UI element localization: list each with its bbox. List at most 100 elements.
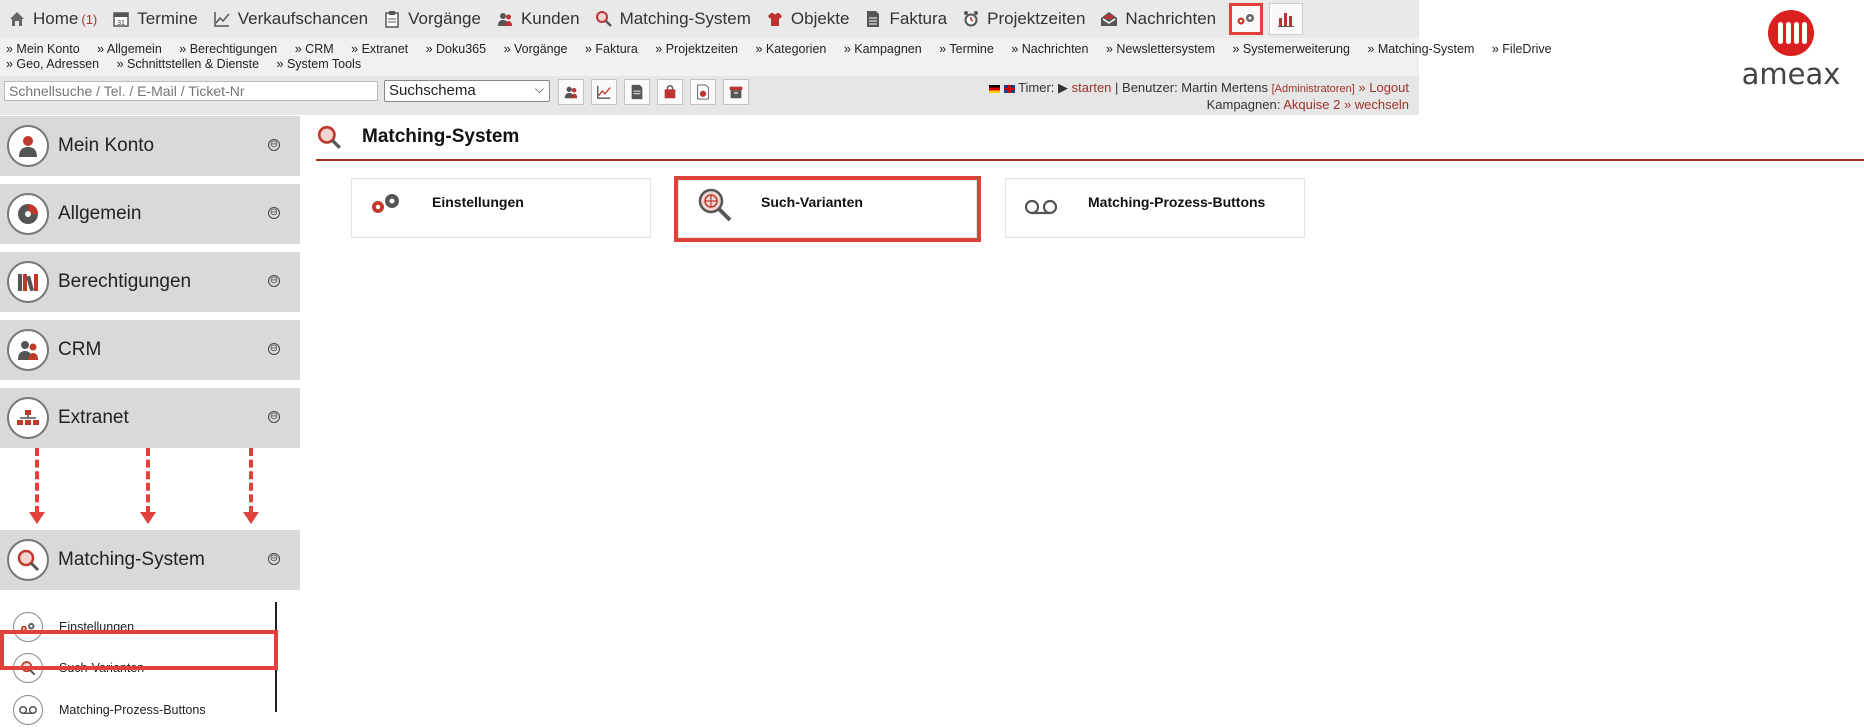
document-icon — [631, 84, 643, 100]
search-schema-value: Suchschema — [389, 82, 476, 99]
subnav-faktura[interactable]: » Faktura — [585, 42, 638, 56]
toolbar-archive-button[interactable] — [723, 79, 749, 105]
ameax-logo: ameax — [1718, 8, 1864, 91]
subnav-newslettersystem[interactable]: » Newslettersystem — [1106, 42, 1215, 56]
subnav-allgemein[interactable]: » Allgemein — [97, 42, 162, 56]
magnifier-icon — [7, 539, 49, 581]
ameax-logo-mark: ameax — [1742, 10, 1841, 91]
document-icon — [867, 11, 880, 27]
subnav-doku365[interactable]: » Doku365 — [426, 42, 486, 56]
card-label: Matching-Prozess-Buttons — [1088, 194, 1266, 210]
toolbar-documents-button[interactable] — [624, 79, 650, 105]
subnav-filedrive[interactable]: » FileDrive — [1492, 42, 1552, 56]
sidebar-item-label: Berechtigungen — [58, 271, 192, 292]
subnav-schnittstellen[interactable]: » Schnittstellen & Dienste — [117, 57, 259, 71]
nav-matching-system[interactable]: Matching-System — [587, 0, 758, 38]
shopping-bag-icon — [664, 85, 676, 99]
subnav-extranet[interactable]: » Extranet — [351, 42, 408, 56]
chart-line-icon — [213, 12, 230, 27]
flag-uk-icon[interactable] — [1003, 84, 1015, 93]
nav-system-settings-button[interactable] — [1229, 3, 1264, 35]
subnav-kampagnen[interactable]: » Kampagnen — [844, 42, 922, 56]
subnav-kategorien[interactable]: » Kategorien — [755, 42, 826, 56]
nav-faktura-label: Faktura — [889, 9, 948, 28]
subnav-vorgaenge[interactable]: » Vorgänge — [504, 42, 568, 56]
subnav-row-2: » Geo, Adressen » Schnittstellen & Diens… — [6, 57, 1419, 72]
clock-icon — [964, 11, 979, 27]
voicemail-icon — [1024, 199, 1058, 215]
card-matching-prozess-buttons[interactable]: Matching-Prozess-Buttons — [1005, 178, 1305, 238]
subnav-system-tools[interactable]: » System Tools — [277, 57, 362, 71]
user-role[interactable]: [Administratoren] — [1272, 83, 1355, 95]
logout-link[interactable]: » Logout — [1358, 80, 1409, 95]
subnav-crm[interactable]: » CRM — [295, 42, 334, 56]
campaign-switch-link[interactable]: » wechseln — [1344, 97, 1409, 112]
bar-chart-icon — [1278, 13, 1295, 27]
sidebar-item-crm[interactable]: CRM ⊖ — [0, 320, 300, 380]
timer-label: Timer: — [1018, 80, 1055, 95]
envelope-icon — [1101, 12, 1118, 26]
disc-icon — [7, 193, 49, 235]
sidebar-item-matching-system[interactable]: Matching-System ⊖ — [0, 530, 300, 590]
collapse-toggle-icon[interactable]: ⊖ — [268, 275, 280, 287]
highlight-frame — [0, 630, 278, 670]
card-such-varianten[interactable]: Such-Varianten — [674, 176, 981, 242]
nav-verkaufschancen[interactable]: Verkaufschancen — [205, 0, 375, 38]
sidebar-item-berechtigungen[interactable]: Berechtigungen ⊖ — [0, 252, 300, 312]
session-info-row-1: Timer: ▶ starten | Benutzer: Martin Mert… — [989, 80, 1409, 97]
users-icon — [497, 13, 512, 26]
timer-start-link[interactable]: starten — [1072, 80, 1112, 95]
page-header: Matching-System — [316, 124, 519, 150]
nav-termine[interactable]: 31 Termine — [104, 0, 204, 38]
nav-home[interactable]: Home (1) — [0, 0, 104, 38]
books-icon — [7, 261, 49, 303]
nav-projektzeiten[interactable]: Projektzeiten — [954, 0, 1092, 38]
play-icon: ▶ — [1058, 80, 1069, 95]
svg-text:31: 31 — [117, 20, 125, 27]
subnav-geo-adressen[interactable]: » Geo, Adressen — [6, 57, 99, 71]
file-add-icon — [697, 84, 709, 100]
subnav-projektzeiten[interactable]: » Projektzeiten — [655, 42, 738, 56]
subnav-mein-konto[interactable]: » Mein Konto — [6, 42, 80, 56]
sidebar-item-label: Matching-System — [58, 549, 205, 570]
collapse-toggle-icon[interactable]: ⊖ — [268, 553, 280, 565]
campaign-value[interactable]: Akquise 2 — [1283, 97, 1340, 112]
toolbar-customers-button[interactable] — [558, 79, 584, 105]
session-info-row-2: Kampagnen: Akquise 2 » wechseln — [989, 97, 1409, 112]
subnav-termine[interactable]: » Termine — [939, 42, 994, 56]
gears-icon — [1237, 14, 1255, 25]
toolbar-opportunities-button[interactable] — [591, 79, 617, 105]
submenu-item-label: Matching-Prozess-Buttons — [59, 703, 206, 717]
magnifier-icon — [317, 125, 341, 149]
collapse-toggle-icon[interactable]: ⊖ — [268, 139, 280, 151]
nav-vorgaenge[interactable]: Vorgänge — [375, 0, 488, 38]
toolbar-shopping-button[interactable] — [657, 79, 683, 105]
nav-home-label: Home — [33, 9, 79, 28]
subnav-row-1: » Mein Konto » Allgemein » Berechtigunge… — [6, 42, 1552, 57]
card-label: Einstellungen — [432, 194, 524, 210]
gears-icon — [372, 194, 399, 213]
subnav-berechtigungen[interactable]: » Berechtigungen — [179, 42, 277, 56]
logo-text: ameax — [1742, 57, 1841, 90]
submenu-item-matching-prozess-buttons[interactable]: Matching-Prozess-Buttons — [0, 692, 300, 728]
collapse-toggle-icon[interactable]: ⊖ — [268, 343, 280, 355]
nav-reports-button[interactable] — [1269, 3, 1304, 35]
nav-kunden[interactable]: Kunden — [488, 0, 587, 38]
subnav-systemerweiterung[interactable]: » Systemerweiterung — [1232, 42, 1349, 56]
nav-termine-label: Termine — [137, 9, 198, 28]
toolbar-invoice-button[interactable] — [690, 79, 716, 105]
quick-search-input[interactable] — [4, 81, 378, 101]
sidebar-item-allgemein[interactable]: Allgemein ⊖ — [0, 184, 300, 244]
flag-de-icon[interactable] — [989, 84, 1001, 93]
subnav-nachrichten[interactable]: » Nachrichten — [1011, 42, 1088, 56]
collapse-toggle-icon[interactable]: ⊖ — [268, 411, 280, 423]
collapse-toggle-icon[interactable]: ⊖ — [268, 207, 280, 219]
nav-nachrichten[interactable]: Nachrichten — [1092, 0, 1223, 38]
card-einstellungen[interactable]: Einstellungen — [351, 178, 651, 238]
sidebar-item-extranet[interactable]: Extranet ⊖ — [0, 388, 300, 448]
subnav-matching-system[interactable]: » Matching-System — [1367, 42, 1474, 56]
sidebar-item-mein-konto[interactable]: Mein Konto ⊖ — [0, 116, 300, 176]
nav-faktura[interactable]: Faktura — [856, 0, 954, 38]
nav-objekte[interactable]: Objekte — [758, 0, 857, 38]
search-schema-select[interactable]: Suchschema ⌵ — [384, 80, 550, 102]
